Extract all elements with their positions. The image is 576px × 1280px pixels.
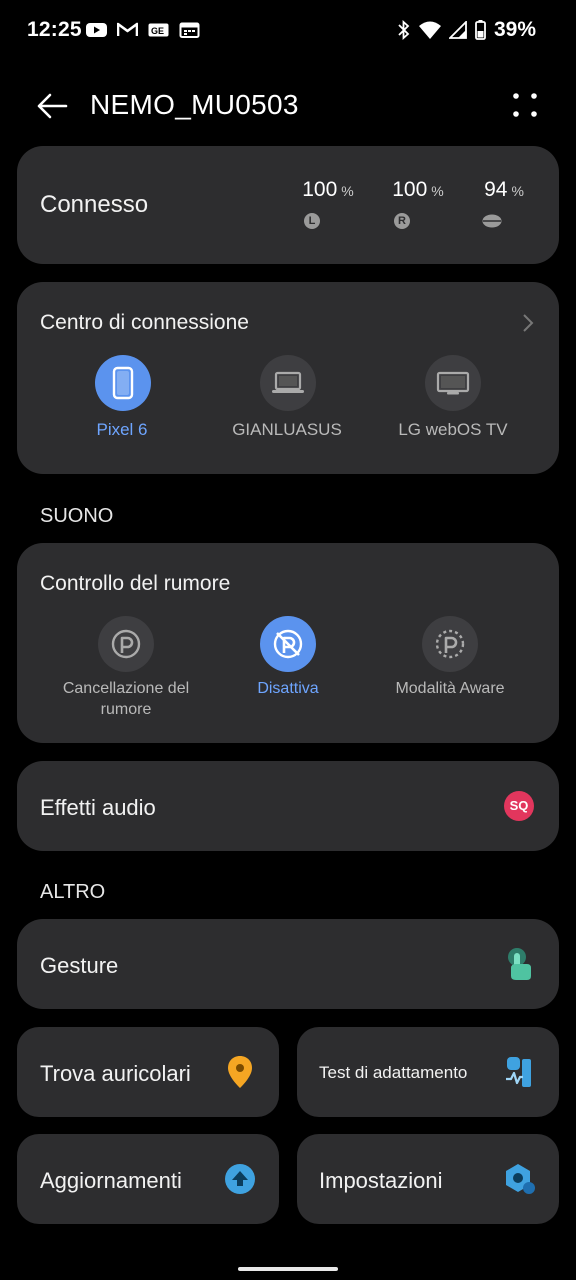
device-lgtv-label: LG webOS TV	[398, 420, 508, 439]
noise-off-icon	[273, 629, 303, 659]
gesture-label: Gesture	[40, 953, 119, 978]
find-earbuds-label: Trova auricolari	[40, 1061, 191, 1086]
noise-off-button[interactable]	[260, 616, 316, 672]
connection-center-title: Centro di connessione	[40, 311, 249, 334]
system-icons: 39%	[397, 18, 536, 42]
fit-test-label: Test di adattamento	[319, 1063, 468, 1082]
noise-cancelling-label: Cancellazione del rumore	[62, 680, 190, 718]
battery-case: 94%	[484, 178, 524, 201]
location-pin-icon	[228, 1056, 252, 1088]
aware-mode-button[interactable]	[422, 616, 478, 672]
device-lgtv-button[interactable]	[425, 355, 481, 411]
device-pixel6-label: Pixel 6	[96, 420, 148, 439]
battery-right: 100%	[392, 178, 444, 201]
settings-card[interactable]: Impostazioni	[297, 1134, 559, 1224]
phone-icon	[112, 366, 134, 400]
section-other-header: ALTRO	[40, 881, 106, 903]
gesture-touch-icon	[508, 948, 531, 980]
device-pixel6-button[interactable]	[95, 355, 151, 411]
status-bar: 12:25 GE 39%	[0, 0, 576, 64]
svg-text:GE: GE	[151, 26, 164, 36]
youtube-icon	[86, 23, 107, 37]
settings-hexagon-icon	[506, 1164, 535, 1194]
notification-icons: GE	[86, 22, 200, 38]
device-gianluasus-button[interactable]	[260, 355, 316, 411]
home-indicator[interactable]	[238, 1267, 338, 1271]
page-title: NEMO_MU0503	[90, 89, 299, 120]
status-time: 12:25	[27, 18, 82, 41]
audio-effects-card[interactable]: Effetti audio SQ	[17, 761, 559, 851]
gesture-card[interactable]: Gesture	[17, 919, 559, 1009]
noise-control-title: Controllo del rumore	[40, 572, 231, 595]
updates-card[interactable]: Aggiornamenti	[17, 1134, 279, 1224]
section-sound-header: SUONO	[40, 505, 114, 527]
device-gianluasus-label: GIANLUASUS	[232, 420, 342, 439]
battery-case-value: 94	[484, 178, 508, 201]
aware-mode-icon	[435, 629, 465, 659]
gmail-icon	[117, 22, 138, 36]
tv-icon	[436, 371, 470, 395]
calendar-icon	[179, 22, 200, 38]
connection-status-card: Connesso 100% L 100% R 94%	[17, 146, 559, 264]
noise-cancelling-icon	[111, 629, 141, 659]
noise-off-label: Disattiva	[257, 680, 319, 697]
battery-right-value: 100	[392, 178, 428, 201]
chevron-right-icon[interactable]	[521, 312, 535, 334]
audio-effects-label: Effetti audio	[40, 795, 156, 820]
noise-cancelling-button[interactable]	[98, 616, 154, 672]
back-arrow-icon[interactable]	[34, 88, 70, 124]
updates-label: Aggiornamenti	[40, 1168, 182, 1193]
wifi-icon	[418, 21, 441, 39]
left-earbud-badge: L	[304, 213, 320, 229]
battery-left-value: 100	[302, 178, 338, 201]
more-options-icon[interactable]	[510, 90, 540, 120]
update-upload-icon	[225, 1164, 255, 1194]
charging-case-icon	[482, 214, 502, 228]
signal-icon	[448, 21, 467, 39]
fit-test-icon	[506, 1057, 531, 1087]
bluetooth-icon	[398, 20, 410, 40]
battery-icon	[475, 20, 486, 40]
aware-mode-label: Modalità Aware	[395, 680, 505, 697]
connection-status-label: Connesso	[40, 191, 149, 218]
battery-percent: 39%	[493, 18, 536, 41]
find-earbuds-card[interactable]: Trova auricolari	[17, 1027, 279, 1117]
laptop-icon	[272, 371, 304, 393]
sound-quality-badge: SQ	[504, 791, 534, 821]
fit-test-card[interactable]: Test di adattamento	[297, 1027, 559, 1117]
ge-icon: GE	[148, 23, 169, 37]
settings-label: Impostazioni	[319, 1168, 443, 1193]
connection-center-card[interactable]: Centro di connessione Pixel 6 GIANLUASUS…	[17, 282, 559, 474]
noise-control-card: Controllo del rumore Cancellazione del r…	[17, 543, 559, 743]
battery-left: 100%	[302, 178, 354, 201]
right-earbud-badge: R	[394, 213, 410, 229]
